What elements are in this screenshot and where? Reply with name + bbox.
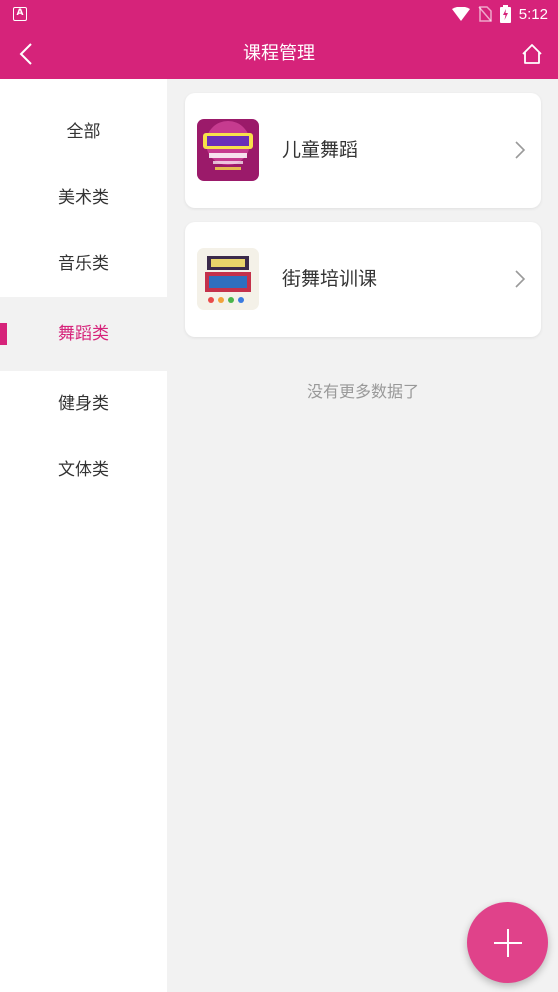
sidebar-item-all[interactable]: 全部 xyxy=(0,99,167,165)
home-icon xyxy=(522,44,542,64)
active-indicator xyxy=(0,323,7,345)
home-button[interactable] xyxy=(514,34,550,74)
sidebar-item-label: 舞蹈类 xyxy=(58,324,109,344)
sidebar-item-label: 健身类 xyxy=(58,394,109,414)
course-thumbnail-image xyxy=(197,248,259,310)
sidebar-item-label: 美术类 xyxy=(58,188,109,208)
sidebar-item-sports-culture[interactable]: 文体类 xyxy=(0,437,167,503)
status-time: 5:12 xyxy=(518,5,548,23)
battery-charging-icon xyxy=(499,5,511,23)
category-sidebar: 全部 美术类 音乐类 舞蹈类 健身类 文体类 xyxy=(0,79,167,992)
course-name: 街舞培训课 xyxy=(282,268,378,290)
notification-app-icon: A xyxy=(13,7,27,21)
app-bar: 课程管理 xyxy=(0,28,558,79)
sidebar-item-label: 全部 xyxy=(66,122,101,142)
course-name: 儿童舞蹈 xyxy=(282,139,359,161)
chevron-right-icon xyxy=(515,270,526,288)
list-end-message: 没有更多数据了 xyxy=(306,382,419,401)
status-icons: 5:12 xyxy=(451,0,548,28)
sidebar-item-dance[interactable]: 舞蹈类 xyxy=(0,297,167,371)
course-card[interactable]: 儿童舞蹈 xyxy=(185,93,541,208)
page-title: 课程管理 xyxy=(243,43,315,64)
sidebar-item-art[interactable]: 美术类 xyxy=(0,165,167,231)
course-thumbnail-image xyxy=(197,119,259,181)
add-course-button[interactable] xyxy=(467,902,548,983)
wifi-icon xyxy=(451,7,470,21)
course-card[interactable]: 街舞培训课 xyxy=(185,222,541,337)
back-arrow-icon xyxy=(19,43,32,65)
chevron-right-icon xyxy=(515,141,526,159)
sidebar-item-label: 音乐类 xyxy=(58,254,109,274)
no-sim-icon xyxy=(478,6,492,22)
sidebar-item-fitness[interactable]: 健身类 xyxy=(0,371,167,437)
status-bar: A 5:12 xyxy=(0,0,558,28)
back-button[interactable] xyxy=(8,34,44,74)
sidebar-item-music[interactable]: 音乐类 xyxy=(0,231,167,297)
plus-icon xyxy=(493,928,522,957)
sidebar-item-label: 文体类 xyxy=(58,460,109,480)
